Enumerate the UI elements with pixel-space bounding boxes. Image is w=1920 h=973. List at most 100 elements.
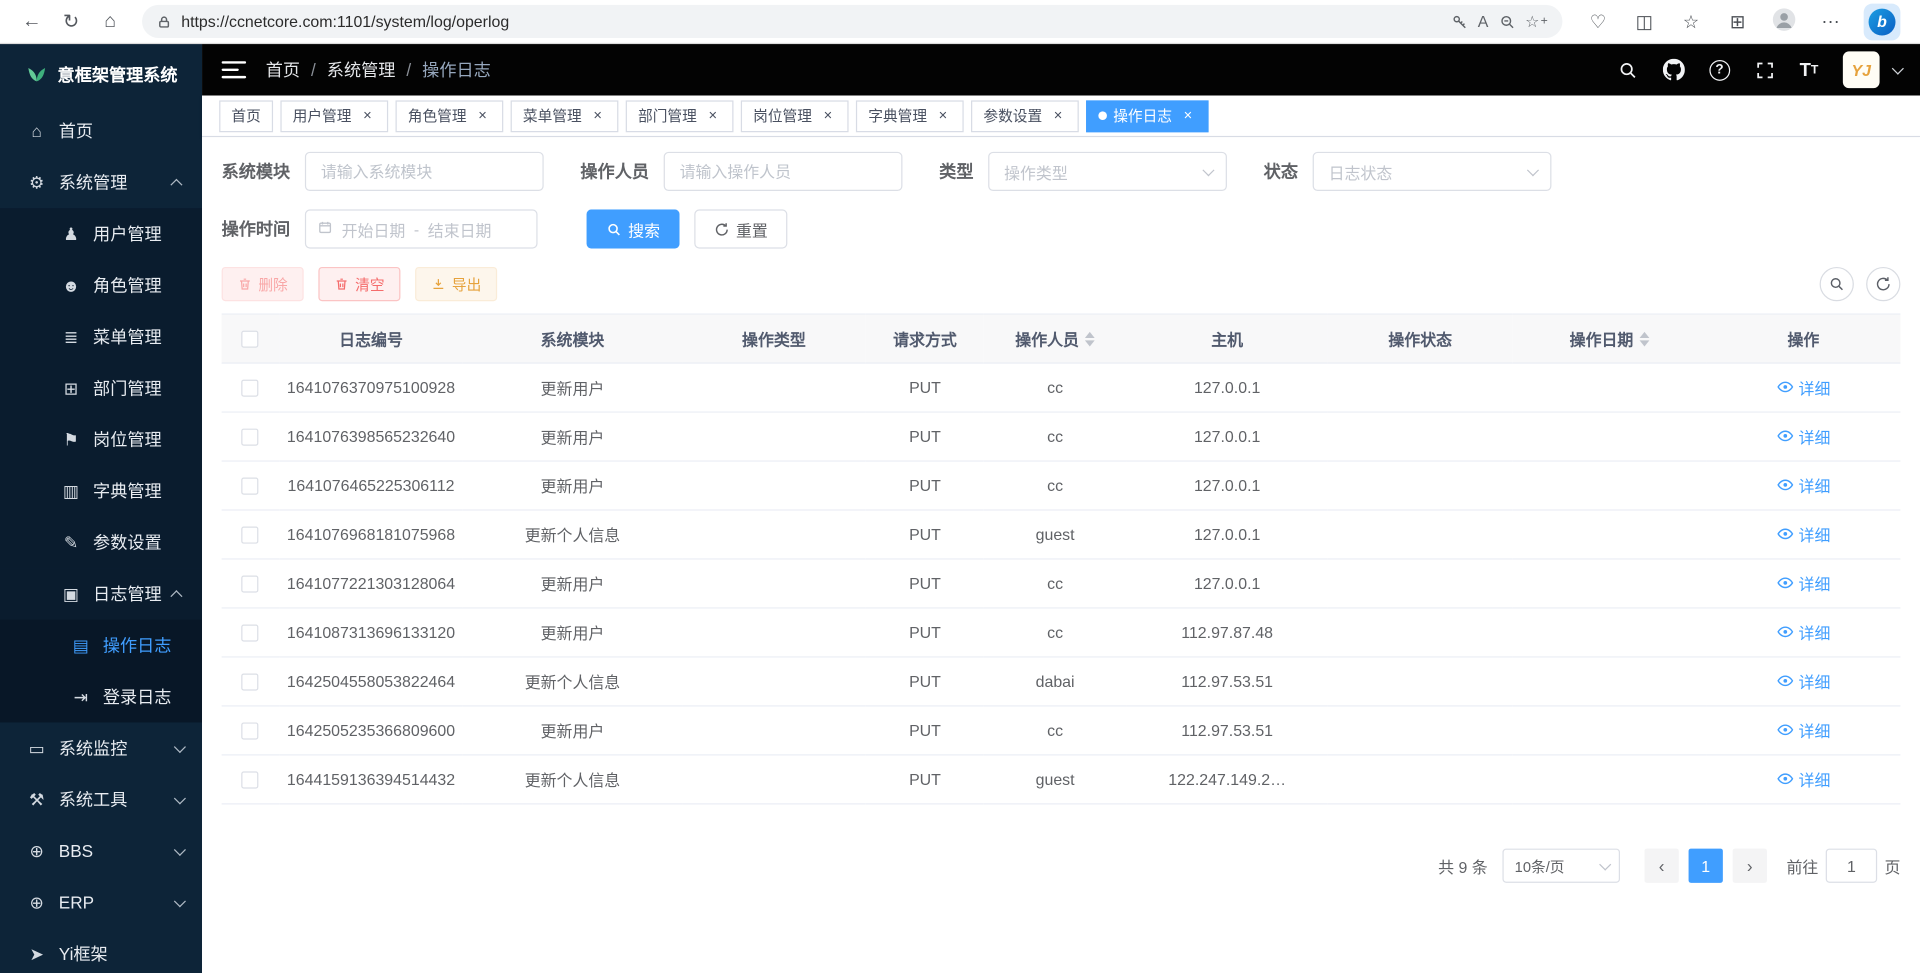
row-checkbox[interactable] [242, 576, 259, 593]
select-all-checkbox[interactable] [242, 331, 259, 348]
sort-carets-icon[interactable] [1085, 331, 1095, 346]
sidebar-menu-item[interactable]: ≣ 菜单管理 [0, 311, 202, 362]
collections-icon[interactable]: ⊞ [1724, 10, 1751, 32]
fullscreen-icon[interactable] [1754, 59, 1775, 80]
sidebar-menu-item[interactable]: ▤ 操作日志 [0, 620, 202, 671]
column-header[interactable]: 系统模块 [463, 314, 681, 363]
page-number-button[interactable]: 1 [1689, 849, 1723, 883]
tab[interactable]: 用户管理 × [280, 100, 388, 132]
sort-desc-icon[interactable] [1085, 340, 1095, 346]
sidebar-menu-item[interactable]: ♟ 用户管理 [0, 208, 202, 259]
sidebar-menu-item[interactable]: ⇥ 登录日志 [0, 671, 202, 722]
browser-essentials-icon[interactable]: ♡ [1584, 10, 1611, 32]
status-select[interactable]: 日志状态 [1313, 152, 1552, 191]
breadcrumb-item[interactable]: 操作日志 [422, 58, 491, 82]
date-range-picker[interactable]: 开始日期 - 结束日期 [305, 209, 538, 248]
address-bar[interactable]: A ☆+ [142, 5, 1562, 38]
prev-page-button[interactable]: ‹ [1644, 849, 1678, 883]
row-checkbox[interactable] [242, 674, 259, 691]
sort-carets-icon[interactable] [1639, 331, 1649, 346]
sidebar-menu-item[interactable]: ⊕ BBS [0, 825, 202, 876]
sort-desc-icon[interactable] [1639, 340, 1649, 346]
tab[interactable]: 角色管理 × [396, 100, 504, 132]
column-header[interactable]: 操作日期 [1513, 314, 1707, 363]
tab[interactable]: 操作日志 × [1086, 100, 1208, 132]
user-avatar[interactable]: YJ [1843, 51, 1880, 88]
row-checkbox[interactable] [242, 380, 259, 397]
reload-icon[interactable]: ↻ [54, 4, 88, 38]
close-icon[interactable]: × [589, 107, 606, 124]
tab[interactable]: 参数设置 × [971, 100, 1079, 132]
row-checkbox[interactable] [242, 625, 259, 642]
add-favorite-icon[interactable]: ☆+ [1525, 12, 1548, 32]
tab[interactable]: 部门管理 × [626, 100, 734, 132]
tab[interactable]: 菜单管理 × [511, 100, 619, 132]
sidebar-menu-item[interactable]: ⊞ 部门管理 [0, 362, 202, 413]
sidebar-menu-item[interactable]: ▣ 日志管理 [0, 568, 202, 619]
close-icon[interactable]: × [819, 107, 836, 124]
column-header[interactable]: 操作状态 [1328, 314, 1513, 363]
detail-link[interactable]: 详细 [1776, 425, 1830, 448]
next-page-button[interactable]: › [1733, 849, 1767, 883]
clear-button[interactable]: 清空 [318, 267, 400, 301]
export-button[interactable]: 导出 [415, 267, 497, 301]
sidebar-menu-item[interactable]: ⌂ 首页 [0, 105, 202, 156]
password-key-icon[interactable] [1451, 13, 1468, 30]
tab[interactable]: 首页 × [219, 100, 273, 132]
font-size-icon[interactable]: TT [1800, 59, 1819, 80]
row-checkbox[interactable] [242, 478, 259, 495]
sidebar-menu-item[interactable]: ➤ Yi框架 [0, 928, 202, 973]
sidebar-menu-item[interactable]: ⚒ 系统工具 [0, 774, 202, 825]
close-icon[interactable]: × [474, 107, 491, 124]
detail-link[interactable]: 详细 [1776, 572, 1830, 595]
search-button[interactable]: 搜索 [587, 209, 680, 248]
app-logo[interactable]: 意框架管理系统 [0, 44, 202, 105]
sidebar-menu-item[interactable]: ✎ 参数设置 [0, 517, 202, 568]
goto-page-input[interactable] [1826, 849, 1877, 883]
page-size-select[interactable]: 10条/页 [1502, 849, 1620, 883]
home-icon[interactable]: ⌂ [93, 4, 127, 38]
row-checkbox[interactable] [242, 527, 259, 544]
column-header[interactable]: 操作 [1706, 314, 1900, 363]
github-icon[interactable] [1663, 59, 1685, 81]
split-screen-icon[interactable]: ◫ [1631, 10, 1658, 32]
settings-dots-icon[interactable]: ··· [1817, 11, 1844, 32]
column-header[interactable]: 主机 [1126, 314, 1327, 363]
detail-link[interactable]: 详细 [1776, 376, 1830, 399]
toggle-search-icon[interactable] [1820, 267, 1854, 301]
column-header[interactable]: 操作类型 [682, 314, 867, 363]
sidebar-menu-item[interactable]: ▭ 系统监控 [0, 722, 202, 773]
zoom-out-icon[interactable] [1498, 13, 1515, 30]
detail-link[interactable]: 详细 [1776, 621, 1830, 644]
sort-asc-icon[interactable] [1085, 331, 1095, 337]
tab[interactable]: 岗位管理 × [741, 100, 849, 132]
close-icon[interactable]: × [1179, 107, 1196, 124]
module-input[interactable] [305, 152, 544, 191]
breadcrumb-item[interactable]: 首页 [266, 58, 327, 82]
close-icon[interactable]: × [1050, 107, 1067, 124]
close-icon[interactable]: × [359, 107, 376, 124]
detail-link[interactable]: 详细 [1776, 718, 1830, 741]
sort-asc-icon[interactable] [1639, 331, 1649, 337]
delete-button[interactable]: 删除 [222, 267, 304, 301]
breadcrumb-item[interactable]: 系统管理 [327, 58, 422, 82]
sidebar-menu-item[interactable]: ⚙ 系统管理 [0, 157, 202, 208]
read-aloud-icon[interactable]: A [1478, 12, 1489, 30]
reset-button[interactable]: 重置 [694, 209, 787, 248]
column-header[interactable]: 操作人员 [984, 314, 1127, 363]
favorites-icon[interactable]: ☆ [1678, 10, 1705, 32]
operator-input[interactable] [664, 152, 903, 191]
detail-link[interactable]: 详细 [1776, 523, 1830, 546]
url-input[interactable] [181, 12, 1441, 30]
type-select[interactable]: 操作类型 [988, 152, 1227, 191]
column-header[interactable]: 日志编号 [279, 314, 464, 363]
profile-avatar-icon[interactable] [1771, 6, 1798, 38]
sidebar-menu-item[interactable]: ⚑ 岗位管理 [0, 414, 202, 465]
detail-link[interactable]: 详细 [1776, 669, 1830, 692]
row-checkbox[interactable] [242, 723, 259, 740]
hamburger-icon[interactable] [222, 61, 246, 78]
close-icon[interactable]: × [704, 107, 721, 124]
sidebar-menu-item[interactable]: ☻ 角色管理 [0, 260, 202, 311]
refresh-icon[interactable] [1866, 267, 1900, 301]
close-icon[interactable]: × [934, 107, 951, 124]
